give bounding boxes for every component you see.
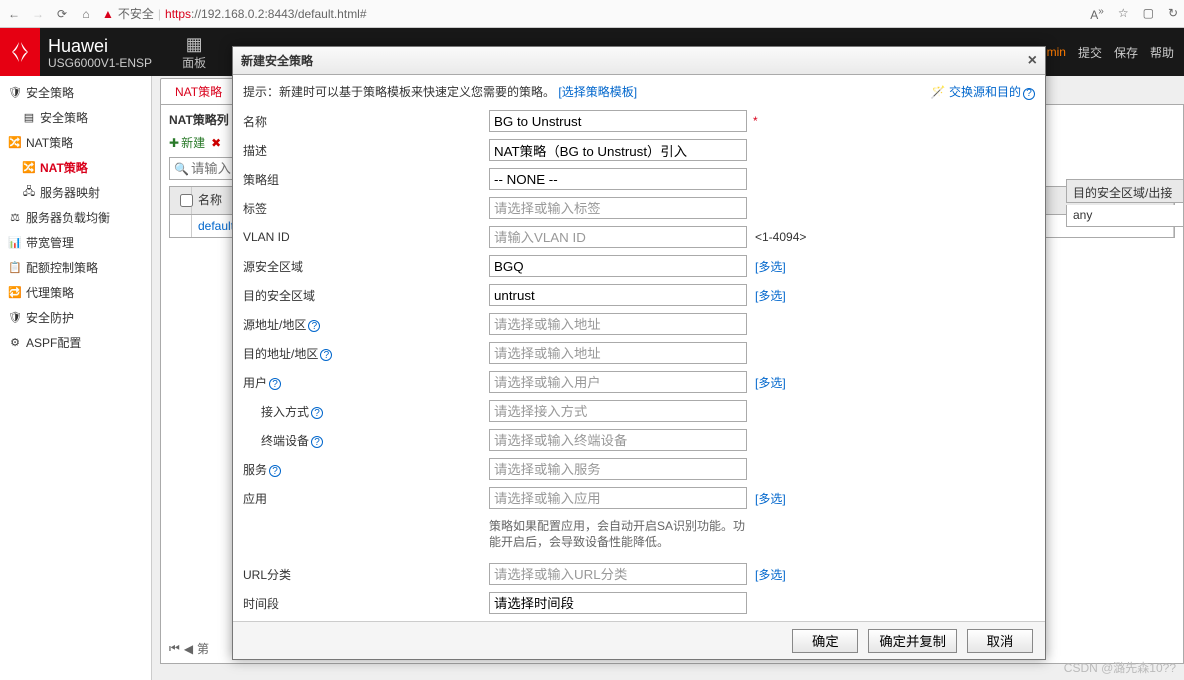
label-url-cat: URL分类 [243, 566, 489, 583]
label-group: 策略组 [243, 171, 489, 188]
app-multi[interactable]: [多选] [755, 490, 786, 507]
label-desc: 描述 [243, 142, 489, 159]
user-input[interactable] [489, 371, 747, 393]
tag-input[interactable] [489, 197, 747, 219]
label-user: 用户? [243, 374, 489, 391]
ok-button[interactable]: 确定 [792, 629, 858, 653]
vlan-range: <1-4094> [755, 230, 806, 244]
dialog-hint: 提示：新建时可以基于策略模板来快速定义您需要的策略。 [243, 85, 555, 99]
swap-src-dst-link[interactable]: 交换源和目的? [931, 83, 1035, 100]
app-input[interactable] [489, 487, 747, 509]
watermark: CSDN @潞先森10?? [1064, 659, 1176, 676]
close-icon[interactable]: × [1028, 52, 1037, 70]
src-addr-input[interactable] [489, 313, 747, 335]
label-app: 应用 [243, 490, 489, 507]
label-tag: 标签 [243, 200, 489, 217]
label-src-addr: 源地址/地区? [243, 316, 489, 333]
label-time: 时间段 [243, 595, 489, 612]
time-select[interactable]: 请选择时间段 [489, 592, 747, 614]
label-dst-zone: 目的安全区域 [243, 287, 489, 304]
dialog-title: 新建安全策略 [241, 52, 313, 69]
group-select[interactable]: -- NONE -- [489, 168, 747, 190]
label-access: 接入方式? [243, 403, 489, 420]
help-icon[interactable]: ? [311, 407, 323, 419]
dialog-footer: 确定 确定并复制 取消 [233, 621, 1045, 659]
new-security-policy-dialog: 新建安全策略 × 交换源和目的? 提示：新建时可以基于策略模板来快速定义您需要的… [232, 46, 1046, 660]
dialog-titlebar[interactable]: 新建安全策略 × [233, 47, 1045, 75]
terminal-input[interactable] [489, 429, 747, 451]
choose-template-link[interactable]: [选择策略模板] [558, 85, 637, 99]
label-dst-addr: 目的地址/地区? [243, 345, 489, 362]
cancel-button[interactable]: 取消 [967, 629, 1033, 653]
label-service: 服务? [243, 461, 489, 478]
help-icon[interactable]: ? [311, 436, 323, 448]
label-vlan: VLAN ID [243, 230, 489, 244]
label-src-zone: 源安全区域 [243, 258, 489, 275]
name-input[interactable] [489, 110, 747, 132]
help-icon[interactable]: ? [320, 349, 332, 361]
help-icon[interactable]: ? [269, 465, 281, 477]
user-multi[interactable]: [多选] [755, 374, 786, 391]
label-terminal: 终端设备? [243, 432, 489, 449]
help-icon[interactable]: ? [308, 320, 320, 332]
ok-copy-button[interactable]: 确定并复制 [868, 629, 957, 653]
dialog-mask: 新建安全策略 × 交换源和目的? 提示：新建时可以基于策略模板来快速定义您需要的… [0, 0, 1184, 680]
dst-zone-select[interactable]: untrust [489, 284, 747, 306]
url-cat-multi[interactable]: [多选] [755, 566, 786, 583]
app-note: 策略如果配置应用，会自动开启SA识别功能。功能开启后，会导致设备性能降低。 [489, 514, 747, 558]
dialog-body: 名称* 描述 策略组-- NONE -- 标签 VLAN ID<1-4094> … [233, 108, 1045, 621]
vlan-input[interactable] [489, 226, 747, 248]
src-zone-select[interactable]: BGQ [489, 255, 747, 277]
service-input[interactable] [489, 458, 747, 480]
required-mark: * [753, 114, 758, 128]
help-icon[interactable]: ? [1023, 88, 1035, 100]
access-input[interactable] [489, 400, 747, 422]
url-cat-input[interactable] [489, 563, 747, 585]
help-icon[interactable]: ? [269, 378, 281, 390]
src-zone-multi[interactable]: [多选] [755, 258, 786, 275]
label-name: 名称 [243, 113, 489, 130]
dst-addr-input[interactable] [489, 342, 747, 364]
dst-zone-multi[interactable]: [多选] [755, 287, 786, 304]
desc-input[interactable] [489, 139, 747, 161]
